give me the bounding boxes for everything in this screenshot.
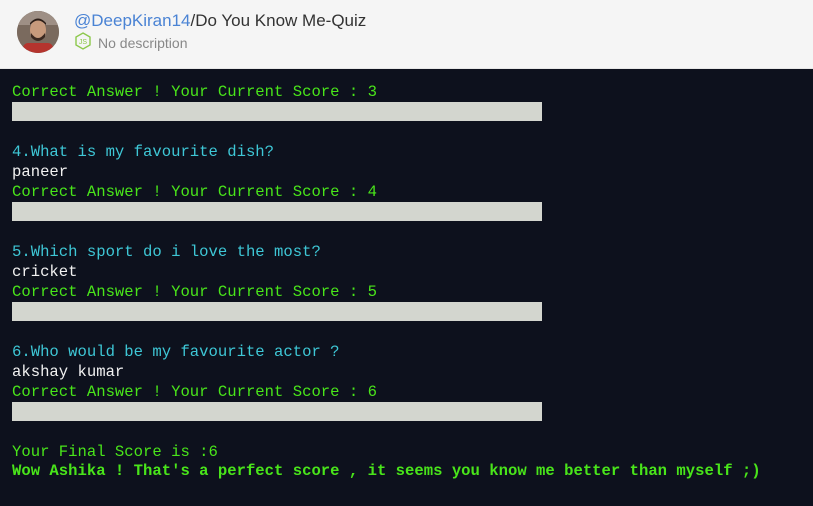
question-5: 5.Which sport do i love the most? [12,243,321,261]
repl-title: @DeepKiran14/Do You Know Me-Quiz [74,10,366,32]
input-bar [12,102,542,121]
owner-link[interactable]: @DeepKiran14 [74,11,191,30]
score-line-3: Correct Answer ! Your Current Score : 3 [12,83,377,101]
nodejs-icon: JS [74,31,98,55]
score-line-6: Correct Answer ! Your Current Score : 6 [12,383,377,401]
final-score: Your Final Score is :6 [12,443,218,461]
question-6: 6.Who would be my favourite actor ? [12,343,340,361]
input-bar [12,202,542,221]
description-row: JS No description [74,31,188,55]
answer-4: paneer [12,163,69,181]
score-line-5: Correct Answer ! Your Current Score : 5 [12,283,377,301]
repl-description: No description [98,35,188,51]
final-message: Wow Ashika ! That's a perfect score , it… [12,462,761,480]
input-bar [12,402,542,421]
answer-5: cricket [12,263,78,281]
svg-text:JS: JS [79,39,88,46]
question-4: 4.What is my favourite dish? [12,143,275,161]
input-bar [12,302,542,321]
user-avatar[interactable] [17,11,59,53]
repl-name[interactable]: Do You Know Me-Quiz [195,11,366,30]
answer-6: akshay kumar [12,363,125,381]
score-line-4: Correct Answer ! Your Current Score : 4 [12,183,377,201]
console-output[interactable]: Correct Answer ! Your Current Score : 3 … [0,70,813,506]
repl-header: @DeepKiran14/Do You Know Me-Quiz JS No d… [0,0,813,69]
